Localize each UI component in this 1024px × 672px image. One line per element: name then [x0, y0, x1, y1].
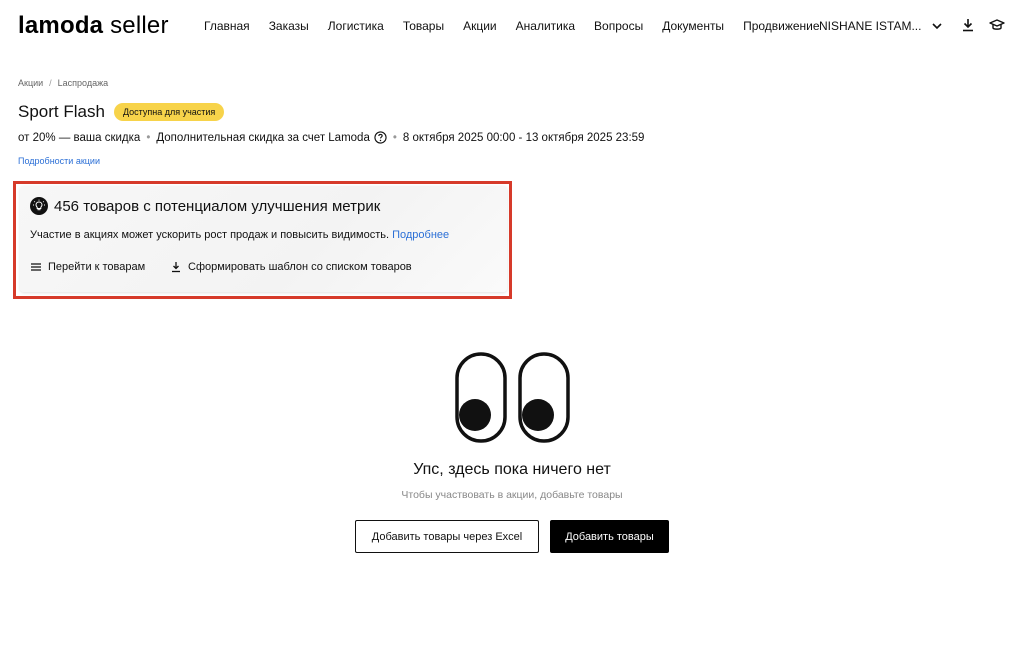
account-name: NISHANE ISTAM...	[819, 19, 922, 33]
nav-item-products[interactable]: Товары	[403, 19, 444, 33]
promo-meta: от 20% — ваша скидка • Дополнительная ск…	[18, 131, 644, 144]
breadcrumb: Акции / Lаспродажа	[18, 78, 108, 88]
download-icon[interactable]	[960, 17, 976, 33]
logo-brand: lamoda	[18, 12, 104, 39]
breadcrumb-promotions[interactable]: Акции	[18, 78, 43, 88]
meta-separator: •	[146, 131, 151, 144]
breadcrumb-sale[interactable]: Lаспродажа	[58, 78, 108, 88]
nav-item-promotions[interactable]: Акции	[463, 19, 497, 33]
promo-discount: от 20% — ваша скидка	[18, 131, 141, 144]
main-nav: Главная Заказы Логистика Товары Акции Ан…	[204, 19, 839, 33]
add-products-button[interactable]: Добавить товары	[550, 520, 669, 553]
empty-state-title: Упс, здесь пока ничего нет	[413, 461, 611, 478]
graduation-cap-icon[interactable]	[989, 17, 1005, 33]
page-title: Sport Flash	[18, 102, 105, 121]
eyes-illustration	[455, 352, 570, 443]
logo-suffix: seller	[103, 12, 169, 39]
promo-dates: 8 октября 2025 00:00 - 13 октября 2025 2…	[402, 131, 645, 144]
nav-item-analytics[interactable]: Аналитика	[516, 19, 575, 33]
title-row: Sport Flash Доступна для участия	[18, 102, 225, 122]
nav-item-home[interactable]: Главная	[204, 19, 250, 33]
meta-separator: •	[392, 131, 397, 144]
promo-extra-discount: Дополнительная скидка за счет Lamoda	[156, 131, 370, 144]
lamoda-seller-logo[interactable]: lamoda seller	[18, 12, 169, 40]
nav-item-orders[interactable]: Заказы	[269, 19, 309, 33]
nav-item-questions[interactable]: Вопросы	[594, 19, 643, 33]
add-products-excel-button[interactable]: Добавить товары через Excel	[355, 520, 539, 553]
chevron-down-icon	[932, 23, 943, 30]
account-switcher[interactable]: NISHANE ISTAM...	[819, 19, 943, 33]
promo-details-link[interactable]: Подробности акции	[18, 156, 100, 166]
question-circle-icon[interactable]	[374, 131, 387, 144]
breadcrumb-separator: /	[49, 78, 52, 88]
status-badge: Доступна для участия	[113, 103, 225, 121]
highlight-frame	[13, 181, 512, 299]
empty-state-subtitle: Чтобы участвовать в акции, добавьте това…	[401, 489, 623, 501]
nav-item-logistics[interactable]: Логистика	[328, 19, 384, 33]
nav-item-advertising[interactable]: Продвижение	[743, 19, 820, 33]
nav-item-documents[interactable]: Документы	[662, 19, 724, 33]
top-header: lamoda seller Главная Заказы Логистика Т…	[0, 0, 1024, 54]
